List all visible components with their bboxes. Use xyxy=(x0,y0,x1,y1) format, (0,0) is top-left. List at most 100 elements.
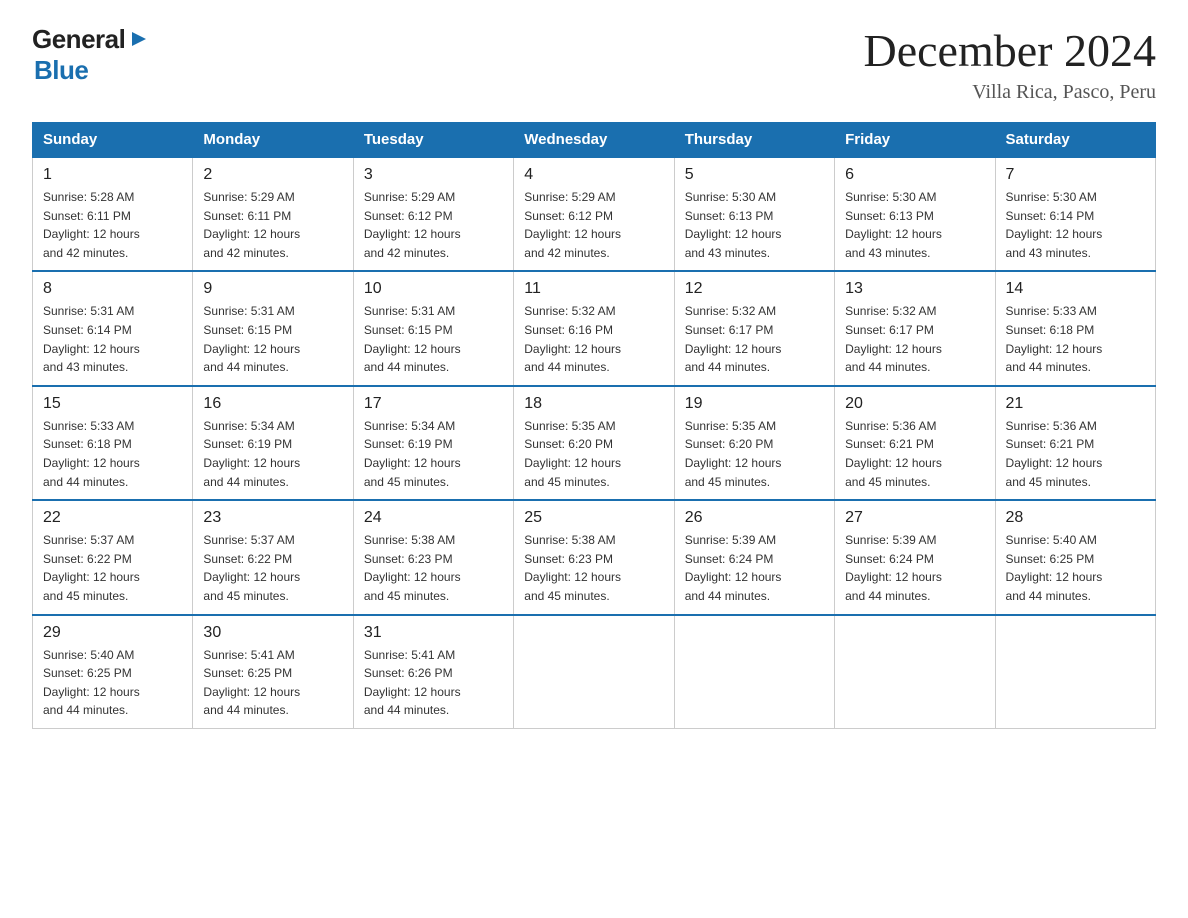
logo-arrow-icon xyxy=(128,28,150,50)
day-info: Sunrise: 5:34 AMSunset: 6:19 PMDaylight:… xyxy=(364,419,461,489)
calendar-day-cell: 3 Sunrise: 5:29 AMSunset: 6:12 PMDayligh… xyxy=(353,157,513,271)
calendar-day-cell: 13 Sunrise: 5:32 AMSunset: 6:17 PMDaylig… xyxy=(835,271,995,385)
calendar-day-cell: 23 Sunrise: 5:37 AMSunset: 6:22 PMDaylig… xyxy=(193,500,353,614)
calendar-day-cell: 16 Sunrise: 5:34 AMSunset: 6:19 PMDaylig… xyxy=(193,386,353,500)
column-header-tuesday: Tuesday xyxy=(353,123,513,158)
day-number: 31 xyxy=(364,624,503,642)
calendar-day-cell: 31 Sunrise: 5:41 AMSunset: 6:26 PMDaylig… xyxy=(353,615,513,729)
day-info: Sunrise: 5:37 AMSunset: 6:22 PMDaylight:… xyxy=(203,533,300,603)
day-info: Sunrise: 5:36 AMSunset: 6:21 PMDaylight:… xyxy=(1006,419,1103,489)
day-number: 8 xyxy=(43,280,182,298)
day-number: 16 xyxy=(203,395,342,413)
calendar-week-row: 8 Sunrise: 5:31 AMSunset: 6:14 PMDayligh… xyxy=(33,271,1156,385)
day-number: 3 xyxy=(364,166,503,184)
calendar-day-cell: 8 Sunrise: 5:31 AMSunset: 6:14 PMDayligh… xyxy=(33,271,193,385)
calendar-week-row: 1 Sunrise: 5:28 AMSunset: 6:11 PMDayligh… xyxy=(33,157,1156,271)
day-info: Sunrise: 5:30 AMSunset: 6:14 PMDaylight:… xyxy=(1006,190,1103,260)
day-number: 10 xyxy=(364,280,503,298)
calendar-day-cell: 20 Sunrise: 5:36 AMSunset: 6:21 PMDaylig… xyxy=(835,386,995,500)
calendar-day-cell: 26 Sunrise: 5:39 AMSunset: 6:24 PMDaylig… xyxy=(674,500,834,614)
day-number: 2 xyxy=(203,166,342,184)
calendar-day-cell: 17 Sunrise: 5:34 AMSunset: 6:19 PMDaylig… xyxy=(353,386,513,500)
day-info: Sunrise: 5:35 AMSunset: 6:20 PMDaylight:… xyxy=(524,419,621,489)
day-number: 6 xyxy=(845,166,984,184)
day-info: Sunrise: 5:38 AMSunset: 6:23 PMDaylight:… xyxy=(364,533,461,603)
day-number: 5 xyxy=(685,166,824,184)
calendar-day-cell: 24 Sunrise: 5:38 AMSunset: 6:23 PMDaylig… xyxy=(353,500,513,614)
day-info: Sunrise: 5:37 AMSunset: 6:22 PMDaylight:… xyxy=(43,533,140,603)
calendar-day-cell: 29 Sunrise: 5:40 AMSunset: 6:25 PMDaylig… xyxy=(33,615,193,729)
day-number: 17 xyxy=(364,395,503,413)
calendar-week-row: 15 Sunrise: 5:33 AMSunset: 6:18 PMDaylig… xyxy=(33,386,1156,500)
day-number: 1 xyxy=(43,166,182,184)
day-info: Sunrise: 5:39 AMSunset: 6:24 PMDaylight:… xyxy=(685,533,782,603)
day-info: Sunrise: 5:39 AMSunset: 6:24 PMDaylight:… xyxy=(845,533,942,603)
calendar-week-row: 29 Sunrise: 5:40 AMSunset: 6:25 PMDaylig… xyxy=(33,615,1156,729)
day-info: Sunrise: 5:41 AMSunset: 6:25 PMDaylight:… xyxy=(203,648,300,718)
day-info: Sunrise: 5:29 AMSunset: 6:12 PMDaylight:… xyxy=(364,190,461,260)
day-number: 23 xyxy=(203,509,342,527)
day-info: Sunrise: 5:38 AMSunset: 6:23 PMDaylight:… xyxy=(524,533,621,603)
day-info: Sunrise: 5:35 AMSunset: 6:20 PMDaylight:… xyxy=(685,419,782,489)
logo-general-text: General xyxy=(32,24,125,55)
calendar-day-cell: 5 Sunrise: 5:30 AMSunset: 6:13 PMDayligh… xyxy=(674,157,834,271)
day-number: 26 xyxy=(685,509,824,527)
day-info: Sunrise: 5:32 AMSunset: 6:17 PMDaylight:… xyxy=(685,304,782,374)
day-number: 19 xyxy=(685,395,824,413)
day-info: Sunrise: 5:30 AMSunset: 6:13 PMDaylight:… xyxy=(685,190,782,260)
calendar-day-cell: 14 Sunrise: 5:33 AMSunset: 6:18 PMDaylig… xyxy=(995,271,1155,385)
calendar-week-row: 22 Sunrise: 5:37 AMSunset: 6:22 PMDaylig… xyxy=(33,500,1156,614)
column-header-thursday: Thursday xyxy=(674,123,834,158)
title-block: December 2024 Villa Rica, Pasco, Peru xyxy=(864,24,1157,104)
column-header-friday: Friday xyxy=(835,123,995,158)
column-header-sunday: Sunday xyxy=(33,123,193,158)
day-info: Sunrise: 5:31 AMSunset: 6:15 PMDaylight:… xyxy=(203,304,300,374)
day-info: Sunrise: 5:41 AMSunset: 6:26 PMDaylight:… xyxy=(364,648,461,718)
column-header-wednesday: Wednesday xyxy=(514,123,674,158)
day-number: 14 xyxy=(1006,280,1145,298)
day-info: Sunrise: 5:29 AMSunset: 6:12 PMDaylight:… xyxy=(524,190,621,260)
calendar-day-cell: 7 Sunrise: 5:30 AMSunset: 6:14 PMDayligh… xyxy=(995,157,1155,271)
logo-blue-text: Blue xyxy=(34,55,88,85)
calendar-day-cell: 11 Sunrise: 5:32 AMSunset: 6:16 PMDaylig… xyxy=(514,271,674,385)
calendar-day-cell: 12 Sunrise: 5:32 AMSunset: 6:17 PMDaylig… xyxy=(674,271,834,385)
day-info: Sunrise: 5:30 AMSunset: 6:13 PMDaylight:… xyxy=(845,190,942,260)
day-info: Sunrise: 5:28 AMSunset: 6:11 PMDaylight:… xyxy=(43,190,140,260)
calendar-day-cell: 10 Sunrise: 5:31 AMSunset: 6:15 PMDaylig… xyxy=(353,271,513,385)
day-number: 11 xyxy=(524,280,663,298)
calendar-day-cell: 22 Sunrise: 5:37 AMSunset: 6:22 PMDaylig… xyxy=(33,500,193,614)
calendar-day-cell xyxy=(514,615,674,729)
calendar-day-cell: 27 Sunrise: 5:39 AMSunset: 6:24 PMDaylig… xyxy=(835,500,995,614)
logo: General Blue xyxy=(32,24,150,86)
day-number: 7 xyxy=(1006,166,1145,184)
day-info: Sunrise: 5:40 AMSunset: 6:25 PMDaylight:… xyxy=(1006,533,1103,603)
day-info: Sunrise: 5:33 AMSunset: 6:18 PMDaylight:… xyxy=(43,419,140,489)
day-number: 24 xyxy=(364,509,503,527)
day-info: Sunrise: 5:34 AMSunset: 6:19 PMDaylight:… xyxy=(203,419,300,489)
day-info: Sunrise: 5:31 AMSunset: 6:14 PMDaylight:… xyxy=(43,304,140,374)
day-number: 20 xyxy=(845,395,984,413)
day-number: 21 xyxy=(1006,395,1145,413)
calendar-day-cell xyxy=(674,615,834,729)
day-number: 9 xyxy=(203,280,342,298)
calendar-day-cell: 21 Sunrise: 5:36 AMSunset: 6:21 PMDaylig… xyxy=(995,386,1155,500)
calendar-day-cell: 25 Sunrise: 5:38 AMSunset: 6:23 PMDaylig… xyxy=(514,500,674,614)
calendar-day-cell: 30 Sunrise: 5:41 AMSunset: 6:25 PMDaylig… xyxy=(193,615,353,729)
day-number: 22 xyxy=(43,509,182,527)
day-number: 28 xyxy=(1006,509,1145,527)
calendar-day-cell: 18 Sunrise: 5:35 AMSunset: 6:20 PMDaylig… xyxy=(514,386,674,500)
calendar-day-cell: 9 Sunrise: 5:31 AMSunset: 6:15 PMDayligh… xyxy=(193,271,353,385)
day-number: 13 xyxy=(845,280,984,298)
calendar-subtitle: Villa Rica, Pasco, Peru xyxy=(864,81,1157,104)
calendar-header-row: SundayMondayTuesdayWednesdayThursdayFrid… xyxy=(33,123,1156,158)
day-info: Sunrise: 5:31 AMSunset: 6:15 PMDaylight:… xyxy=(364,304,461,374)
day-number: 30 xyxy=(203,624,342,642)
day-number: 25 xyxy=(524,509,663,527)
calendar-day-cell: 15 Sunrise: 5:33 AMSunset: 6:18 PMDaylig… xyxy=(33,386,193,500)
day-number: 4 xyxy=(524,166,663,184)
calendar-day-cell xyxy=(995,615,1155,729)
calendar-day-cell: 6 Sunrise: 5:30 AMSunset: 6:13 PMDayligh… xyxy=(835,157,995,271)
day-info: Sunrise: 5:36 AMSunset: 6:21 PMDaylight:… xyxy=(845,419,942,489)
calendar-title: December 2024 xyxy=(864,24,1157,77)
day-number: 15 xyxy=(43,395,182,413)
